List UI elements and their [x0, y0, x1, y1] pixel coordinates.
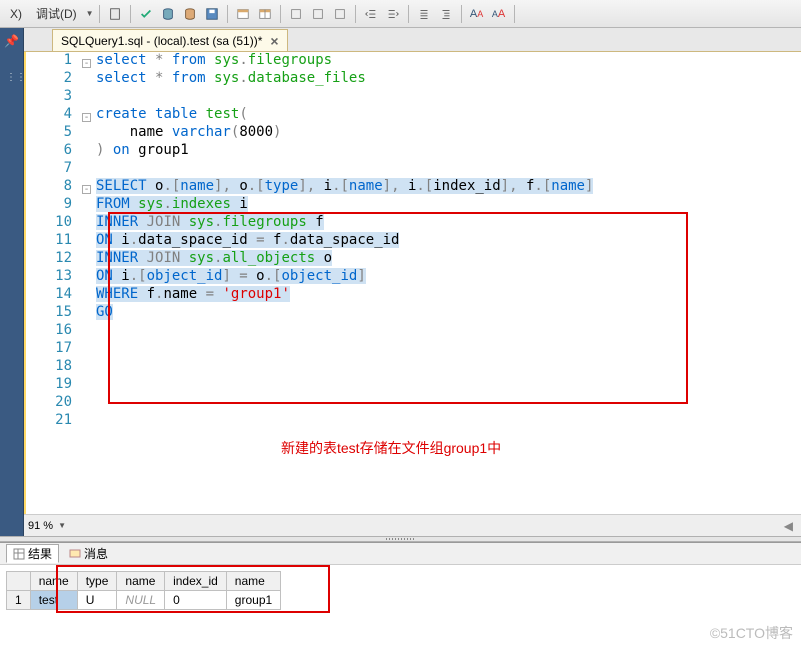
db-icon-2[interactable] [180, 4, 200, 24]
code-line[interactable]: SELECT o.[name], o.[type], i.[name], i.[… [96, 178, 593, 196]
new-query-icon[interactable] [105, 4, 125, 24]
grid-icon [13, 548, 25, 560]
code-line[interactable] [96, 412, 593, 430]
cell-type[interactable]: U [77, 591, 117, 610]
zoom-value[interactable]: 91 % [28, 520, 53, 532]
cell-name1[interactable]: test [30, 591, 77, 610]
col-rownum[interactable] [7, 572, 31, 591]
code-line[interactable]: ON i.[object_id] = o.[object_id] [96, 268, 593, 286]
code-line[interactable]: WHERE f.name = 'group1' [96, 286, 593, 304]
results-grid[interactable]: name type name index_id name 1 test U NU… [6, 571, 281, 610]
table-icon-1[interactable] [233, 4, 253, 24]
col-type[interactable]: type [77, 572, 117, 591]
code-line[interactable]: ON i.data_space_id = f.data_space_id [96, 232, 593, 250]
menu-debug[interactable]: 调试(D) [30, 5, 83, 22]
outdent-icon[interactable] [414, 4, 434, 24]
tab-title: SQLQuery1.sql - (local).test (sa (51))* [61, 34, 262, 48]
font-icon-1[interactable]: AA [467, 4, 487, 24]
code-line[interactable]: INNER JOIN sys.filegroups f [96, 214, 593, 232]
db-icon-1[interactable] [158, 4, 178, 24]
fold-toggle[interactable]: - [82, 185, 91, 194]
misc-icon-3[interactable] [330, 4, 350, 24]
messages-tab-label: 消息 [84, 545, 108, 562]
chevron-left-icon[interactable]: ◀ [784, 519, 793, 533]
code-line[interactable]: FROM sys.indexes i [96, 196, 593, 214]
cell-name2[interactable]: NULL [117, 591, 165, 610]
cell-indexid[interactable]: 0 [165, 591, 227, 610]
code-line[interactable]: GO [96, 304, 593, 322]
close-icon[interactable]: × [270, 34, 278, 48]
code-line[interactable] [96, 394, 593, 412]
code-line[interactable]: select * from sys.filegroups [96, 52, 593, 70]
code-line[interactable]: INNER JOIN sys.all_objects o [96, 250, 593, 268]
code-line[interactable] [96, 322, 593, 340]
grid-header-row: name type name index_id name [7, 572, 281, 591]
results-panel: 结果 消息 name type name index_id name 1 tes… [0, 542, 801, 627]
font-icon-2[interactable]: AA [489, 4, 509, 24]
code-line[interactable] [96, 340, 593, 358]
code-line[interactable]: ) on group1 [96, 142, 593, 160]
watermark: ©51CTO博客 [710, 623, 793, 643]
code-line[interactable] [96, 376, 593, 394]
col-name2[interactable]: name [117, 572, 165, 591]
grid-row[interactable]: 1 test U NULL 0 group1 [7, 591, 281, 610]
code-line[interactable] [96, 358, 593, 376]
fold-toggle[interactable]: - [82, 59, 91, 68]
file-tab[interactable]: SQLQuery1.sql - (local).test (sa (51))* … [52, 29, 288, 51]
code-line[interactable]: select * from sys.database_files [96, 70, 593, 88]
indent-left-icon[interactable] [361, 4, 381, 24]
editor-tab-bar: SQLQuery1.sql - (local).test (sa (51))* … [24, 28, 801, 52]
table-icon-2[interactable] [255, 4, 275, 24]
message-icon [69, 548, 81, 560]
annotation-text: 新建的表test存储在文件组group1中 [281, 438, 501, 458]
fold-toggle[interactable]: - [82, 113, 91, 122]
col-name1[interactable]: name [30, 572, 77, 591]
messages-tab[interactable]: 消息 [63, 545, 114, 562]
col-name3[interactable]: name [226, 572, 280, 591]
chevron-down-icon[interactable]: ▼ [58, 521, 66, 530]
check-icon[interactable] [136, 4, 156, 24]
zoom-bar: 91 % ▼ ◀ [24, 514, 801, 536]
left-dock: 📌 ⋮⋮ [0, 28, 24, 536]
main-toolbar: X) 调试(D) ▼ AA AA [0, 0, 801, 28]
indent-right-icon[interactable] [383, 4, 403, 24]
code-line[interactable]: create table test( [96, 106, 593, 124]
code-editor[interactable]: 123456789101112131415161718192021 --- se… [24, 52, 801, 514]
chevron-down-icon[interactable]: ▼ [86, 9, 94, 18]
misc-icon-2[interactable] [308, 4, 328, 24]
drag-handle-icon[interactable]: ⋮⋮ [6, 72, 26, 83]
col-indexid[interactable]: index_id [165, 572, 227, 591]
cell-rownum: 1 [7, 591, 31, 610]
menu-x[interactable]: X) [4, 7, 28, 21]
cell-name3[interactable]: group1 [226, 591, 280, 610]
pin-icon[interactable]: 📌 [4, 34, 19, 48]
code-line[interactable] [96, 88, 593, 106]
code-line[interactable] [96, 160, 593, 178]
misc-icon-1[interactable] [286, 4, 306, 24]
results-tab[interactable]: 结果 [6, 544, 59, 563]
code-line[interactable]: name varchar(8000) [96, 124, 593, 142]
save-icon[interactable] [202, 4, 222, 24]
results-tab-label: 结果 [28, 545, 52, 562]
indent-icon[interactable] [436, 4, 456, 24]
